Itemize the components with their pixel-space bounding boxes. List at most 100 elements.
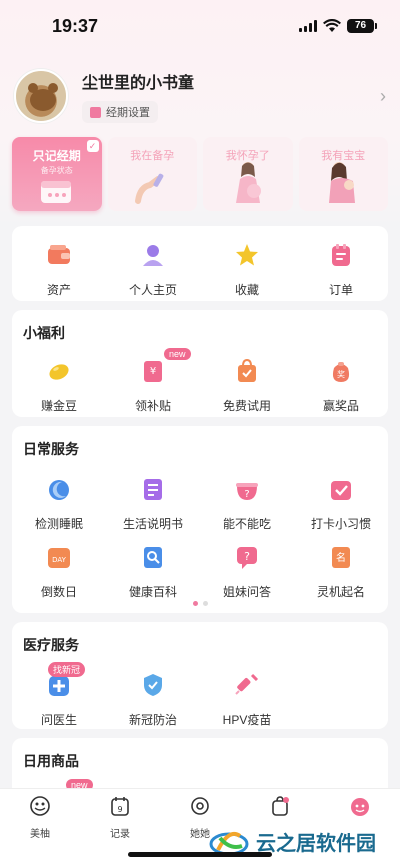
quick-item-label: 收藏 xyxy=(234,283,259,297)
medical-item-label: 新冠防治 xyxy=(128,713,177,727)
meiyou-icon xyxy=(30,796,50,816)
mode-has-baby[interactable]: 我有宝宝 xyxy=(298,137,388,211)
chevron-right-icon[interactable]: › xyxy=(380,86,386,107)
watermark-text: 云之居软件园 xyxy=(256,832,376,855)
status-icons: 76 xyxy=(299,19,377,33)
welfare-item-label: 赚金豆 xyxy=(40,399,77,413)
subsidy-icon: ¥ xyxy=(144,361,162,382)
mode-period-only[interactable]: 只记经期 备孕状态 ✓ xyxy=(12,137,102,211)
tab-label: 记录 xyxy=(110,829,130,840)
mode-selector: 只记经期 备孕状态 ✓ 我在备孕 我怀孕了 我有宝宝 xyxy=(12,137,388,211)
shop-bag-icon xyxy=(272,796,289,816)
calendar-icon: 9 xyxy=(111,797,129,816)
welfare-item-prizes[interactable]: 奖 赢奖品 xyxy=(294,358,388,414)
svg-text:?: ? xyxy=(244,550,250,563)
mode-pregnant[interactable]: 我怀孕了 xyxy=(203,137,293,211)
battery-icon: 76 xyxy=(347,19,377,33)
goods-title: 日用商品 xyxy=(23,753,79,769)
wallet-icon xyxy=(48,245,70,264)
daily-item-sisters-qa[interactable]: ? 姐妹问答 xyxy=(200,544,294,600)
encyclopedia-icon xyxy=(144,547,162,568)
quick-actions-card: 资产 个人主页 收藏 订单 xyxy=(12,226,388,301)
quick-item-assets[interactable]: 资产 xyxy=(12,242,106,298)
medical-item-label: HPV疫苗 xyxy=(222,713,272,727)
mode-preparing[interactable]: 我在备孕 xyxy=(107,137,197,211)
daily-item-sleep[interactable]: 检测睡眠 xyxy=(12,476,106,532)
home-indicator xyxy=(128,852,272,857)
daily-title: 日常服务 xyxy=(23,441,79,457)
quick-item-label: 订单 xyxy=(328,283,353,297)
welfare-item-subsidy[interactable]: ¥ 领补贴 new xyxy=(106,348,200,414)
welfare-item-gold-beans[interactable]: 赚金豆 xyxy=(12,358,106,414)
avatar[interactable] xyxy=(14,69,68,123)
welfare-title: 小福利 xyxy=(23,325,65,341)
period-settings-button[interactable]: 经期设置 xyxy=(82,101,158,123)
tab-meiyou[interactable]: 美柚 xyxy=(2,795,78,840)
pregnancy-test-illustration xyxy=(135,173,164,204)
check-icon: ✓ xyxy=(86,140,99,152)
sleep-icon xyxy=(49,480,69,500)
vaccine-icon xyxy=(235,673,259,695)
pregnant-woman-illustration xyxy=(235,162,261,203)
community-icon xyxy=(191,797,209,815)
quick-item-label: 个人主页 xyxy=(128,283,177,297)
medical-services-card: 医疗服务 问医生 找新冠 新冠防治 HPV疫苗 xyxy=(12,622,388,729)
period-icon xyxy=(90,106,101,118)
covid-badge: 找新冠 xyxy=(48,662,86,677)
daily-item-label: 健康百科 xyxy=(128,585,177,599)
medical-item-label: 问医生 xyxy=(40,713,77,727)
medical-item-ask-doctor[interactable]: 问医生 找新冠 xyxy=(12,662,106,728)
welfare-item-label: 赢奖品 xyxy=(322,399,359,413)
medical-title: 医疗服务 xyxy=(23,637,79,653)
daily-item-encyclopedia[interactable]: 健康百科 xyxy=(106,544,200,600)
daily-services-card: 日常服务 检测睡眠 生活说明书 ? 能不能吃 打卡小习惯 DAY 倒数日 健康百… xyxy=(12,426,388,613)
svg-text:?: ? xyxy=(244,489,249,500)
svg-text:¥: ¥ xyxy=(150,366,156,377)
welfare-item-free-trial[interactable]: 免费试用 xyxy=(200,358,294,414)
tab-records[interactable]: 9 记录 xyxy=(82,795,158,840)
trial-bag-icon xyxy=(238,358,256,382)
medical-item-covid[interactable]: 新冠防治 xyxy=(106,672,200,728)
daily-item-life-manual[interactable]: 生活说明书 xyxy=(106,476,200,532)
order-icon xyxy=(332,244,350,266)
daily-item-label: 倒数日 xyxy=(40,585,77,599)
gold-bean-icon xyxy=(49,364,69,380)
food-check-icon: ? xyxy=(236,483,258,500)
manual-icon xyxy=(144,479,162,500)
user-icon xyxy=(143,245,163,266)
daily-item-label: 姐妹问答 xyxy=(222,585,271,599)
daily-item-can-eat[interactable]: ? 能不能吃 xyxy=(200,476,294,532)
quick-item-favorites[interactable]: 收藏 xyxy=(200,242,294,298)
status-bar: 19:37 76 xyxy=(0,0,400,52)
me-icon xyxy=(351,798,369,816)
quick-item-profile[interactable]: 个人主页 xyxy=(106,242,200,298)
medical-item-hpv[interactable]: HPV疫苗 xyxy=(200,672,294,728)
svg-text:DAY: DAY xyxy=(52,556,67,564)
daily-item-habit-checkin[interactable]: 打卡小习惯 xyxy=(294,476,388,532)
page-indicator xyxy=(12,601,388,606)
quick-item-orders[interactable]: 订单 xyxy=(294,242,388,298)
star-icon xyxy=(236,244,258,266)
daily-item-label: 能不能吃 xyxy=(222,517,271,531)
qa-icon: ? xyxy=(237,547,257,569)
checkin-icon xyxy=(331,481,351,500)
profile-row[interactable]: 尘世里的小书童 经期设置 › xyxy=(14,68,386,124)
daily-item-label: 打卡小习惯 xyxy=(310,517,371,531)
username: 尘世里的小书童 xyxy=(82,75,195,92)
new-badge: new xyxy=(164,348,191,360)
naming-icon: 名 xyxy=(332,547,350,568)
welfare-item-label: 免费试用 xyxy=(222,399,271,413)
watermark: 云之居软件园 xyxy=(208,818,400,864)
status-time: 19:37 xyxy=(52,15,99,36)
mother-baby-illustration xyxy=(329,162,356,203)
page-dot-active xyxy=(192,601,198,606)
daily-item-countdown[interactable]: DAY 倒数日 xyxy=(12,544,106,600)
svg-text:9: 9 xyxy=(117,805,122,814)
daily-item-naming[interactable]: 名 灵机起名 xyxy=(294,544,388,600)
quick-item-label: 资产 xyxy=(46,283,71,297)
page-dot xyxy=(202,601,208,606)
mode-title: 我在备孕 xyxy=(130,150,175,162)
svg-text:名: 名 xyxy=(336,551,346,564)
daily-item-label: 检测睡眠 xyxy=(34,517,83,531)
daily-item-label: 生活说明书 xyxy=(122,517,183,531)
